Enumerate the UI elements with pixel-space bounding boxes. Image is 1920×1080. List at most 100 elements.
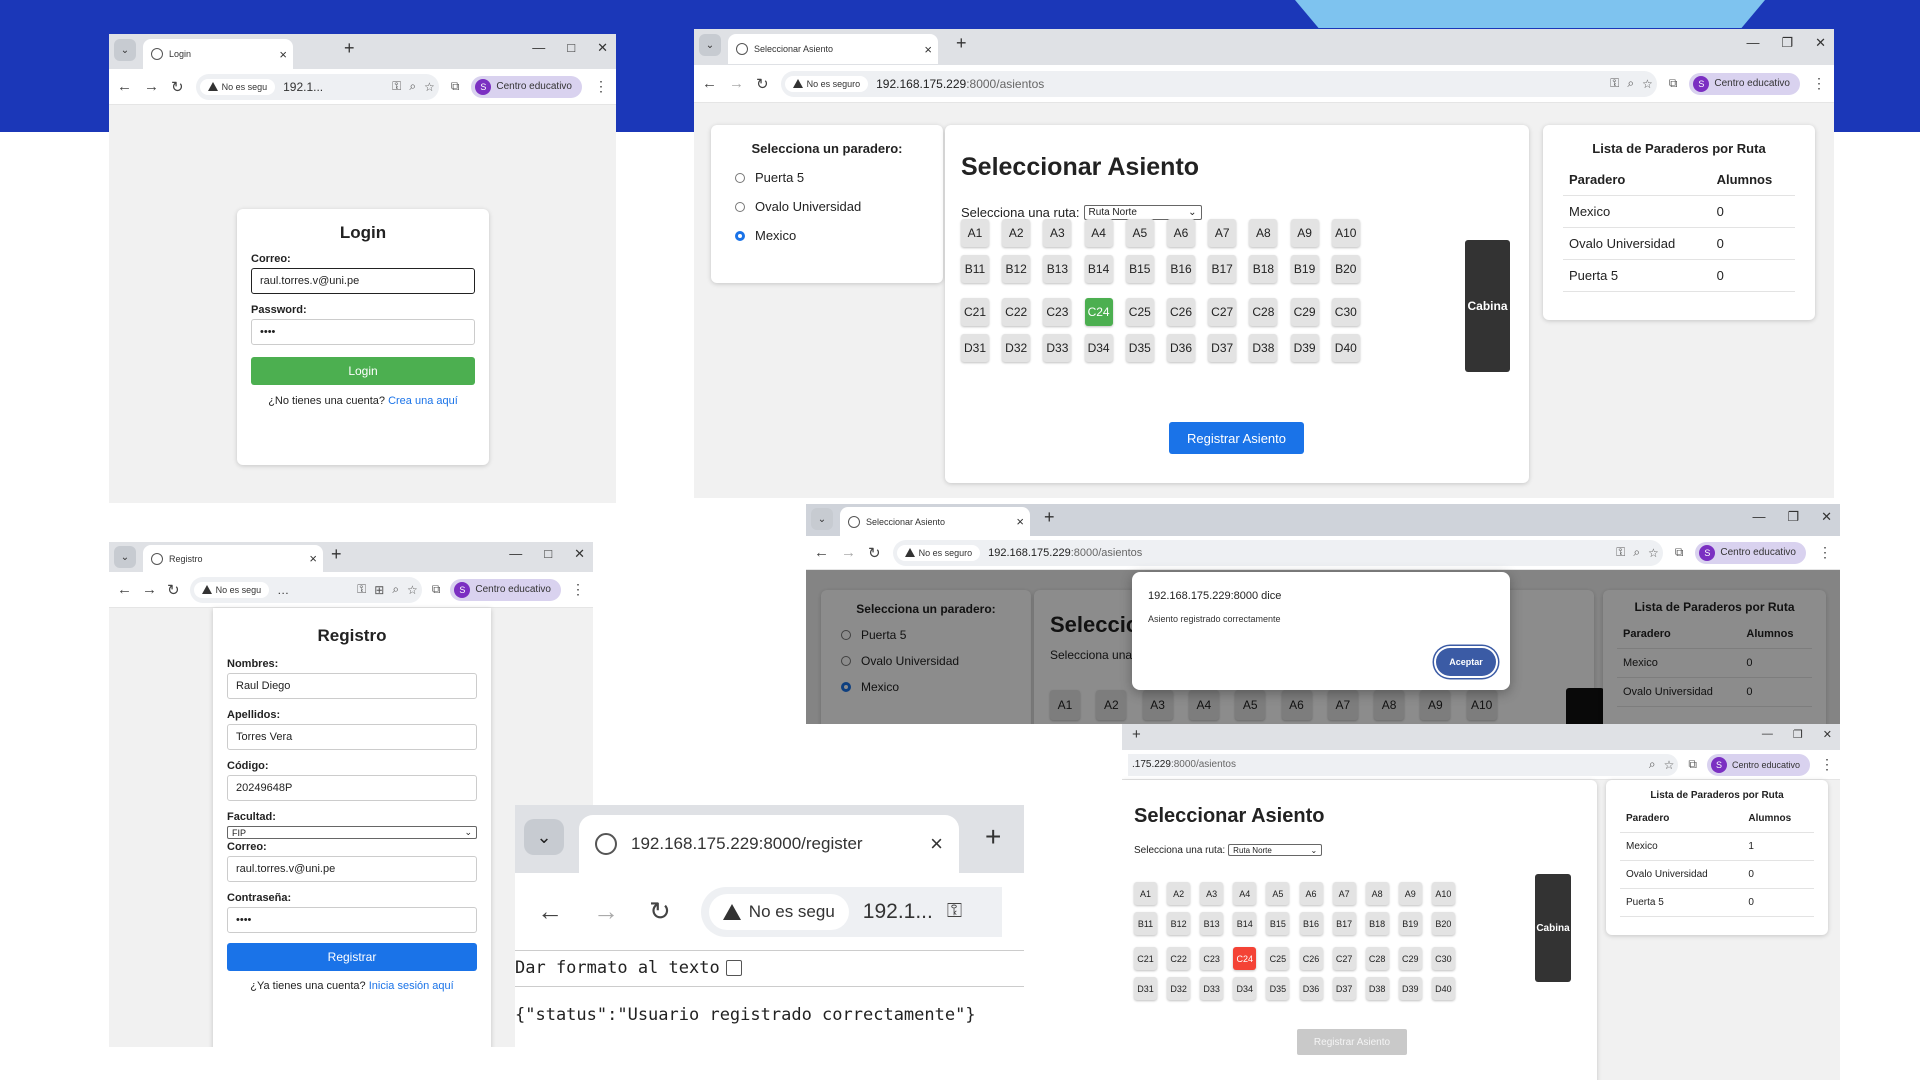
minimize-icon[interactable]: — <box>532 40 545 56</box>
seat-a4[interactable]: A4 <box>1233 882 1257 905</box>
seat-d31[interactable]: D31 <box>1134 977 1157 1000</box>
security-chip[interactable]: No es seguro <box>784 75 869 92</box>
seat-a5[interactable]: A5 <box>1266 882 1290 905</box>
tab-search-button[interactable]: ⌄ <box>524 819 564 855</box>
login-button[interactable]: Login <box>251 357 475 385</box>
email-field[interactable]: raul.torres.v@uni.pe <box>227 856 477 882</box>
seat-b12[interactable]: B12 <box>1167 912 1191 935</box>
back-icon[interactable]: ← <box>702 75 717 92</box>
zoom-icon[interactable]: ⌕ <box>409 79 416 94</box>
translate-icon[interactable]: ⊞ <box>374 583 384 597</box>
seat-c26[interactable]: C26 <box>1299 947 1323 970</box>
seat-a9[interactable]: A9 <box>1398 882 1422 905</box>
seat-b14[interactable]: B14 <box>1233 912 1257 935</box>
tab-search-button[interactable]: ⌄ <box>699 34 721 56</box>
close-tab-icon[interactable]: × <box>1016 514 1024 529</box>
restore-icon[interactable]: ❐ <box>1787 509 1799 525</box>
menu-icon[interactable]: ⋮ <box>594 78 608 95</box>
profile-chip[interactable]: S Centro educativo <box>471 75 582 98</box>
tab-registro[interactable]: Registro × <box>143 545 323 572</box>
tab-search-button[interactable]: ⌄ <box>114 546 136 568</box>
seat-b19[interactable]: B19 <box>1398 912 1422 935</box>
seat-d34[interactable]: D34 <box>1233 977 1257 1000</box>
seat-d37[interactable]: D37 <box>1332 977 1356 1000</box>
back-icon[interactable]: ← <box>537 896 563 927</box>
seat-a10[interactable]: A10 <box>1431 882 1455 905</box>
seat-c21[interactable]: C21 <box>1134 947 1157 970</box>
login-link[interactable]: Inicia sesión aquí <box>369 980 454 992</box>
minimize-icon[interactable]: — <box>1746 35 1759 51</box>
seat-b15[interactable]: B15 <box>1266 912 1290 935</box>
seat-c24[interactable]: C24 <box>1084 298 1113 326</box>
close-window-icon[interactable]: ✕ <box>1823 728 1832 741</box>
new-tab-button[interactable]: + <box>1044 507 1055 528</box>
seat-d37[interactable]: D37 <box>1208 334 1237 362</box>
radio-button[interactable] <box>735 201 745 212</box>
seat-b16[interactable]: B16 <box>1299 912 1323 935</box>
seat-d32[interactable]: D32 <box>1002 334 1031 362</box>
extensions-icon[interactable]: ⧉ <box>1675 545 1684 560</box>
key-icon[interactable]: ⚿ <box>1616 545 1625 560</box>
close-tab-icon[interactable]: × <box>309 551 317 566</box>
reload-icon[interactable]: ↻ <box>756 75 769 93</box>
seat-d33[interactable]: D33 <box>1043 334 1072 362</box>
seat-b17[interactable]: B17 <box>1332 912 1356 935</box>
zoom-icon[interactable]: ⌕ <box>1649 757 1656 772</box>
seat-c23[interactable]: C23 <box>1043 298 1072 326</box>
radio-button[interactable] <box>735 172 745 183</box>
seat-b13[interactable]: B13 <box>1200 912 1224 935</box>
seat-a8[interactable]: A8 <box>1249 219 1278 247</box>
seat-d39[interactable]: D39 <box>1290 334 1319 362</box>
seat-b18[interactable]: B18 <box>1365 912 1389 935</box>
back-icon[interactable]: ← <box>117 78 132 95</box>
forward-icon[interactable]: → <box>142 581 157 598</box>
address-bar[interactable]: No es segu … ⚿ ⊞ ⌕ ☆ <box>189 576 422 603</box>
seat-d35[interactable]: D35 <box>1266 977 1290 1000</box>
seat-a3[interactable]: A3 <box>1200 882 1224 905</box>
profile-chip[interactable]: S Centro educativo <box>1706 753 1810 776</box>
route-select[interactable]: Ruta Norte ⌄ <box>1083 205 1202 220</box>
close-window-icon[interactable]: ✕ <box>597 40 608 56</box>
zoom-icon[interactable]: ⌕ <box>1627 76 1634 91</box>
seat-d38[interactable]: D38 <box>1365 977 1389 1000</box>
seat-d36[interactable]: D36 <box>1167 334 1195 362</box>
seat-c27[interactable]: C27 <box>1208 298 1237 326</box>
seat-b15[interactable]: B15 <box>1125 255 1154 283</box>
seat-d40[interactable]: D40 <box>1431 977 1455 1000</box>
reload-icon[interactable]: ↻ <box>868 544 881 562</box>
register-button[interactable]: Registrar <box>227 943 477 971</box>
seat-c30[interactable]: C30 <box>1331 298 1360 326</box>
new-tab-button[interactable]: + <box>956 33 967 54</box>
seat-a8[interactable]: A8 <box>1365 882 1389 905</box>
seat-d40[interactable]: D40 <box>1331 334 1360 362</box>
seat-b11[interactable]: B11 <box>1134 912 1157 935</box>
seat-c27[interactable]: C27 <box>1332 947 1356 970</box>
restore-icon[interactable]: ❐ <box>1793 728 1803 741</box>
minimize-icon[interactable]: — <box>1752 509 1765 525</box>
email-field[interactable]: raul.torres.v@uni.pe <box>251 268 475 294</box>
seat-d32[interactable]: D32 <box>1167 977 1191 1000</box>
close-tab-icon[interactable]: × <box>930 831 943 857</box>
seat-a3[interactable]: A3 <box>1043 219 1072 247</box>
zoom-icon[interactable]: ⌕ <box>392 582 399 597</box>
seat-b19[interactable]: B19 <box>1290 255 1319 283</box>
seat-a7[interactable]: A7 <box>1332 882 1356 905</box>
seat-a6[interactable]: A6 <box>1299 882 1323 905</box>
seat-a9[interactable]: A9 <box>1290 219 1319 247</box>
close-tab-icon[interactable]: × <box>924 42 932 57</box>
maximize-icon[interactable]: □ <box>567 40 575 56</box>
password-field[interactable]: •••• <box>227 907 477 933</box>
seat-b17[interactable]: B17 <box>1208 255 1237 283</box>
seat-d36[interactable]: D36 <box>1299 977 1323 1000</box>
seat-d31[interactable]: D31 <box>961 334 989 362</box>
seat-c22[interactable]: C22 <box>1002 298 1031 326</box>
security-chip[interactable]: No es seguro <box>896 544 981 561</box>
star-icon[interactable]: ☆ <box>1642 77 1653 91</box>
key-icon[interactable]: ⚿ <box>357 582 366 597</box>
new-tab-button[interactable]: + <box>331 544 342 565</box>
forward-icon[interactable]: → <box>144 78 159 95</box>
nombres-field[interactable]: Raul Diego <box>227 673 477 699</box>
seat-a7[interactable]: A7 <box>1208 219 1237 247</box>
seat-d39[interactable]: D39 <box>1398 977 1422 1000</box>
profile-chip[interactable]: S Centro educativo <box>1695 541 1806 564</box>
